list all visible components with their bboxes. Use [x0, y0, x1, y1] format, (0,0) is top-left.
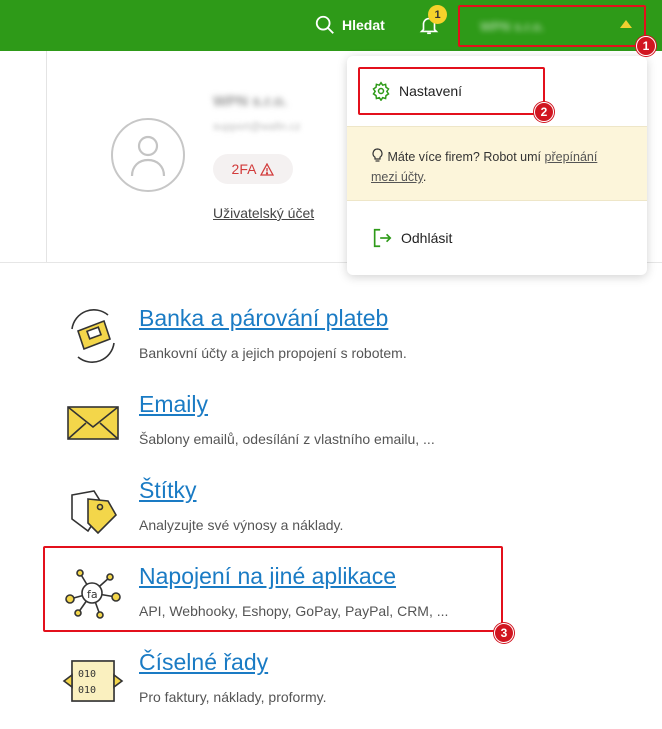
annotation-marker-1: 1 — [636, 36, 656, 56]
tag-icon — [71, 490, 117, 535]
item-title[interactable]: Banka a párování plateb — [139, 305, 388, 332]
tip-box: Máte více firem? Robot umí přepínání mez… — [347, 126, 647, 201]
top-navigation-bar: Hledat 1 WPN s.r.o. — [0, 0, 662, 51]
list-item-number-series: 010 010 Číselné řady Pro faktury, náklad… — [62, 649, 502, 729]
search-label: Hledat — [342, 17, 385, 33]
item-title[interactable]: Číselné řady — [139, 649, 268, 676]
search-button[interactable]: Hledat — [314, 12, 385, 38]
company-name: WPN s.r.o. — [480, 19, 545, 34]
warning-icon — [260, 162, 275, 176]
user-dropdown-menu: Nastavení Máte více firem? Robot umí pře… — [347, 56, 647, 275]
twofa-badge[interactable]: 2FA — [213, 154, 293, 184]
settings-label: Nastavení — [399, 83, 463, 99]
logout-icon — [373, 228, 392, 248]
user-card: WPN s.r.o. support@wafin.cz 2FA Uživatel… — [46, 51, 366, 263]
bank-sync-icon — [71, 309, 115, 363]
list-item-bank: Banka a párování plateb Bankovní účty a … — [62, 305, 502, 385]
avatar — [111, 118, 185, 192]
user-email: support@wafin.cz — [213, 121, 301, 133]
item-title[interactable]: Napojení na jiné aplikace — [139, 563, 396, 590]
user-account-link[interactable]: Uživatelský účet — [213, 205, 314, 221]
user-name: WPN s.r.o. — [213, 93, 288, 110]
integrations-icon: fa — [65, 569, 121, 619]
tip-text: Máte více firem? Robot umí — [387, 150, 545, 164]
number-series-icon: 010 010 — [62, 660, 124, 702]
item-title[interactable]: Štítky — [139, 477, 197, 504]
item-description: Šablony emailů, odesílání z vlastního em… — [139, 431, 435, 447]
svg-text:fa: fa — [87, 588, 98, 601]
list-item-emails: Emaily Šablony emailů, odesílání z vlast… — [62, 391, 502, 471]
envelope-icon — [67, 406, 119, 440]
annotation-marker-3: 3 — [494, 623, 514, 643]
company-switcher[interactable]: WPN s.r.o. — [460, 6, 646, 45]
list-item-tags: Štítky Analyzujte své výnosy a náklady. — [62, 477, 502, 557]
item-title[interactable]: Emaily — [139, 391, 208, 418]
annotation-marker-2: 2 — [534, 102, 554, 122]
logout-label: Odhlásit — [401, 230, 453, 246]
caret-up-icon — [620, 20, 632, 28]
tip-end: . — [422, 170, 427, 184]
notification-badge: 1 — [428, 5, 447, 24]
settings-menu-item[interactable]: Nastavení — [347, 56, 647, 126]
gear-icon — [372, 81, 390, 101]
item-description: Pro faktury, náklady, proformy. — [139, 689, 327, 705]
user-icon — [130, 135, 166, 177]
search-icon — [315, 15, 334, 34]
svg-text:010: 010 — [78, 685, 96, 696]
list-item-integrations: fa Napojení na jiné aplikace API, Webhoo… — [62, 563, 502, 643]
svg-text:010: 010 — [78, 669, 96, 680]
item-description: Analyzujte své výnosy a náklady. — [139, 517, 344, 533]
item-description: API, Webhooky, Eshopy, GoPay, PayPal, CR… — [139, 603, 449, 619]
lightbulb-icon — [372, 148, 383, 162]
item-description: Bankovní účty a jejich propojení s robot… — [139, 345, 407, 361]
logout-menu-item[interactable]: Odhlásit — [347, 201, 647, 275]
twofa-label: 2FA — [231, 161, 257, 177]
